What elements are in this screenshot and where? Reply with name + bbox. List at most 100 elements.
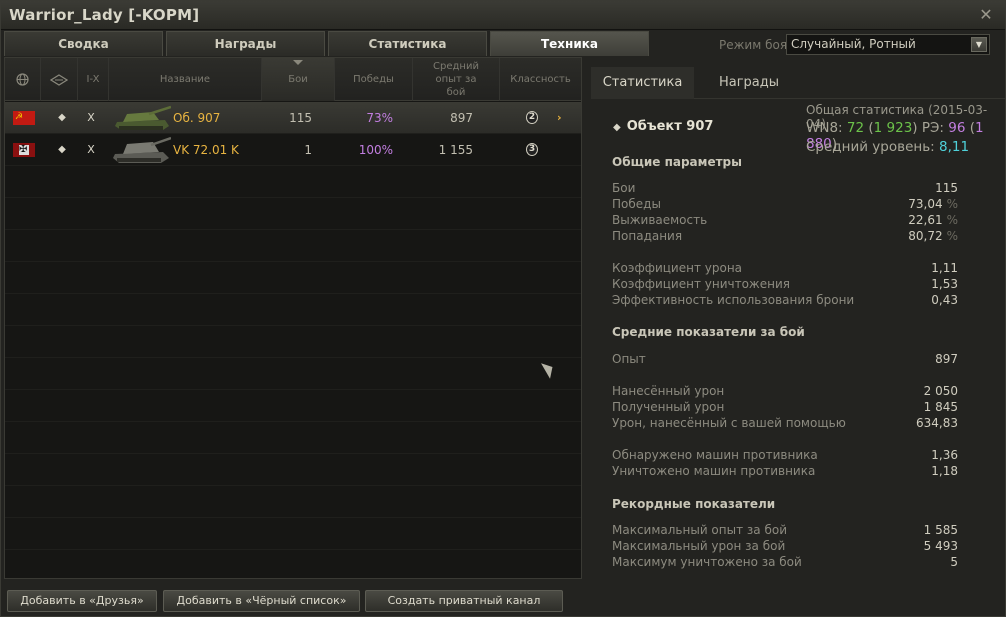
- stat-max-damage: Максимальный урон за бой 5 493: [612, 538, 958, 554]
- stats-tabs: Статистика Награды: [591, 67, 1005, 99]
- chevron-down-icon[interactable]: ▼: [971, 37, 987, 52]
- stat-max-xp: Максимальный опыт за бой 1 585: [612, 522, 958, 538]
- wins-value: 73%: [366, 111, 393, 125]
- tab-vehicle-awards[interactable]: Награды: [694, 67, 804, 99]
- stat-label: Максимальный урон за бой: [612, 539, 786, 553]
- sort-caret-icon: [293, 60, 303, 65]
- stat-label: Попадания: [612, 229, 683, 243]
- tier-label: X: [87, 111, 95, 124]
- column-battles[interactable]: Бои: [262, 58, 335, 101]
- create-private-channel-button[interactable]: Создать приватный канал: [365, 590, 563, 612]
- re-value: 96: [948, 120, 966, 136]
- stat-number: 115: [935, 181, 958, 195]
- table-header: I-X Название Бои Победы Средний опыт за …: [5, 58, 581, 101]
- heavy-tank-icon: ◆: [58, 144, 66, 155]
- column-name[interactable]: Название: [109, 58, 262, 101]
- battle-mode-value: Случайный, Ротный: [791, 37, 916, 51]
- stat-label: Уничтожено машин противника: [612, 464, 816, 478]
- stat-damage-received: Полученный урон 1 845: [612, 399, 958, 415]
- mastery-badge-icon: 2: [521, 108, 543, 128]
- stat-unit: %: [946, 229, 958, 243]
- battle-mode-label: Режим боя:: [719, 38, 792, 52]
- stat-label: Опыт: [612, 352, 646, 366]
- column-avg-xp[interactable]: Средний опыт за бой: [413, 58, 500, 101]
- stat-armor-efficiency: Эффективность использования брони 0,43: [612, 292, 958, 308]
- column-mastery[interactable]: Классность: [500, 58, 581, 101]
- column-nation[interactable]: [5, 58, 41, 101]
- vehicle-name: Об. 907: [173, 111, 221, 125]
- table-row[interactable]: ◆ X Об. 907 115 73% 897 2 ›: [5, 101, 581, 134]
- mastery-class: 2: [526, 111, 538, 124]
- stat-destroyed: Уничтожено машин противника 1,18: [612, 463, 958, 479]
- column-tier[interactable]: I-X: [78, 58, 109, 101]
- tank-image: [115, 105, 171, 130]
- stat-value: 897: [935, 352, 958, 366]
- stat-label: Бои: [612, 181, 636, 195]
- stat-value: 1,11: [931, 261, 958, 275]
- vehicle-title: ◆ Объект 907: [613, 119, 713, 134]
- avg-level-line: Средний уровень: 8,11: [806, 139, 969, 155]
- stat-label: Урон, нанесённый с вашей помощью: [612, 416, 846, 430]
- tab-summary[interactable]: Сводка: [4, 31, 163, 56]
- wn8-value: 72: [846, 120, 865, 136]
- section-general: Общие параметры: [612, 155, 742, 169]
- stat-spotted: Обнаружено машин противника 1,36: [612, 447, 958, 463]
- add-blacklist-button[interactable]: Добавить в «Чёрный список»: [163, 590, 360, 612]
- germany-flag-icon: [13, 134, 35, 166]
- stat-unit: %: [946, 197, 958, 211]
- tab-awards[interactable]: Награды: [166, 31, 325, 56]
- stat-max-kills: Максимум уничтожено за бой 5: [612, 554, 958, 570]
- re-label: РЭ:: [921, 120, 944, 136]
- stat-label: Победы: [612, 197, 661, 211]
- stat-kill-coefficient: Коэффициент уничтожения 1,53: [612, 276, 958, 292]
- table-body: ◆ X Об. 907 115 73% 897 2 › ◆: [5, 101, 581, 166]
- title-bar: Warrior_Lady [-KOPM] ✕: [1, 1, 1005, 30]
- stat-number: 73,04: [908, 197, 943, 211]
- column-type[interactable]: [41, 58, 78, 101]
- tank-image: [113, 136, 171, 163]
- stat-value: 73,04%: [908, 196, 958, 212]
- mastery-class: 3: [526, 143, 538, 156]
- stat-value: 1,18: [931, 464, 958, 478]
- stat-wins: Победы 73,04%: [612, 196, 958, 212]
- stat-value: 80,72%: [908, 228, 958, 244]
- close-icon[interactable]: ✕: [977, 6, 995, 24]
- stat-label: Коэффициент уничтожения: [612, 277, 790, 291]
- vehicle-title-text: Объект 907: [626, 119, 714, 134]
- table-row[interactable]: ◆ X VK 72.01 K 1 100% 1 155 3: [5, 134, 581, 166]
- stat-label: Выживаемость: [612, 213, 708, 227]
- chevron-right-icon: ›: [557, 111, 562, 124]
- stat-value: 1,53: [931, 277, 958, 291]
- stat-label: Обнаружено машин противника: [612, 448, 818, 462]
- avg-xp-value: 897: [450, 111, 473, 125]
- column-battles-label: Бои: [288, 74, 308, 85]
- tier-label: X: [87, 143, 95, 156]
- stat-value: 1 845: [923, 400, 958, 414]
- stats-panel: Статистика Награды Общая статистика (201…: [591, 67, 1005, 579]
- stat-value: 1 585: [923, 523, 958, 537]
- battle-mode-select[interactable]: Случайный, Ротный ▼: [786, 34, 990, 55]
- heavy-tank-icon: ◆: [58, 112, 66, 123]
- stat-label: Нанесённый урон: [612, 384, 725, 398]
- globe-icon: [16, 73, 29, 86]
- tab-vehicle-statistics[interactable]: Статистика: [591, 67, 694, 99]
- empty-rows: [5, 166, 581, 578]
- avg-xp-value: 1 155: [438, 143, 473, 157]
- wins-value: 100%: [358, 143, 393, 157]
- add-friend-button[interactable]: Добавить в «Друзья»: [7, 590, 157, 612]
- main-tabs: Сводка Награды Статистика Техника: [4, 31, 654, 56]
- stat-number: 80,72: [908, 229, 943, 243]
- tab-vehicles[interactable]: Техника: [490, 31, 649, 56]
- profile-window: Warrior_Lady [-KOPM] ✕ Сводка Награды Ст…: [0, 0, 1006, 617]
- stat-label: Коэффициент урона: [612, 261, 743, 275]
- section-average: Средние показатели за бой: [612, 325, 805, 339]
- column-wins[interactable]: Победы: [335, 58, 413, 101]
- stat-battles: Бои 115: [612, 180, 958, 196]
- wn8-reference: 1 923: [873, 120, 913, 136]
- stat-value: 634,83: [916, 416, 958, 430]
- avg-level-value: 8,11: [939, 139, 970, 155]
- stat-assist-damage: Урон, нанесённый с вашей помощью 634,83: [612, 415, 958, 431]
- stat-label: Полученный урон: [612, 400, 725, 414]
- stat-label: Максимальный опыт за бой: [612, 523, 787, 537]
- tab-statistics[interactable]: Статистика: [328, 31, 487, 56]
